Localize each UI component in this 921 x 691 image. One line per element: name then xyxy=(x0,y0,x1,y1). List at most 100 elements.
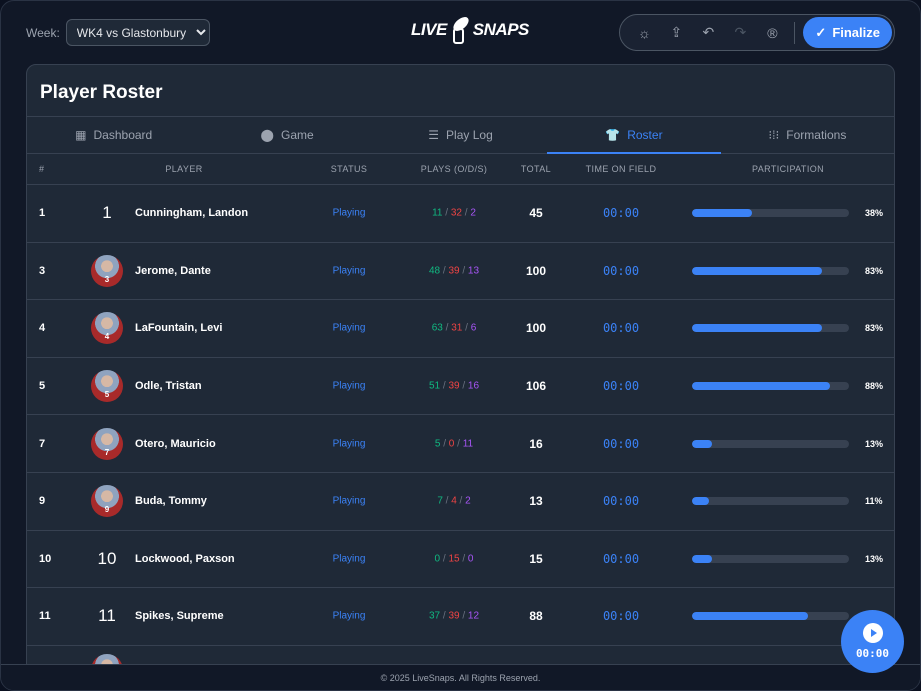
status-badge: Playing xyxy=(332,438,366,450)
status-badge: Playing xyxy=(332,380,366,392)
timer-text: 00:00 xyxy=(855,647,890,660)
player-name[interactable]: Cunningham, Landon xyxy=(135,207,248,219)
redo-icon[interactable]: ↷ xyxy=(726,19,754,47)
player-avatar: 4 xyxy=(91,312,123,345)
toolbar-divider xyxy=(794,21,796,44)
col-number: # xyxy=(39,164,45,174)
player-avatar: 5 xyxy=(91,370,123,403)
total-plays: 15 xyxy=(529,551,543,566)
participation-percent: 13% xyxy=(865,553,884,564)
helmet-icon: ⬤ xyxy=(260,128,274,142)
total-plays: 45 xyxy=(529,206,543,221)
status-badge: Playing xyxy=(332,553,366,565)
table-row[interactable]: 10 10 Lockwood, Paxson Playing 0 / 15 / 0 … xyxy=(27,531,894,589)
table-row[interactable]: 11 11 Spikes, Supreme Playing 37 / 39 / 12… xyxy=(27,588,894,646)
participation-bar xyxy=(692,209,849,218)
jersey-icon: 👕 xyxy=(605,128,621,142)
participation-fill xyxy=(692,382,831,391)
col-time: TIME ON FIELD xyxy=(585,164,657,174)
table-row[interactable]: 7 7 Otero, Mauricio Playing 5 / 0 / 11 16 … xyxy=(27,415,894,473)
participation-percent: 83% xyxy=(865,265,884,276)
status-badge: Playing xyxy=(332,265,366,277)
total-plays: 13 xyxy=(529,494,543,509)
week-select[interactable]: WK4 vs Glastonbury xyxy=(65,19,210,46)
football-phone-icon xyxy=(449,15,471,45)
participation-bar xyxy=(692,324,849,333)
undo-icon[interactable]: ↶ xyxy=(694,19,722,47)
participation-fill xyxy=(692,497,710,506)
roster-rows: 1 1 Cunningham, Landon Playing 11 / 32 / 2… xyxy=(27,185,894,689)
plays-breakdown: 0 / 15 / 0 xyxy=(434,553,474,565)
page-title: Player Roster xyxy=(40,82,163,103)
tab-play-log[interactable]: ☰ Play Log xyxy=(374,117,547,153)
time-on-field: 00:00 xyxy=(602,379,640,394)
player-name[interactable]: Otero, Mauricio xyxy=(135,438,216,450)
total-plays: 88 xyxy=(529,609,543,624)
jersey-number: 10 xyxy=(39,552,52,565)
time-on-field: 00:00 xyxy=(602,551,640,566)
finalize-button[interactable]: ✓ Finalize xyxy=(803,17,892,48)
plays-breakdown: 7 / 4 / 2 xyxy=(437,495,471,507)
check-circle-icon: ✓ xyxy=(815,24,827,40)
tab-game[interactable]: ⬤ Game xyxy=(200,117,373,153)
time-on-field: 00:00 xyxy=(602,263,640,278)
time-on-field: 00:00 xyxy=(602,609,640,624)
jersey-number: 9 xyxy=(39,495,46,508)
total-plays: 100 xyxy=(525,321,547,336)
tab-dashboard[interactable]: ▦ Dashboard xyxy=(27,117,200,153)
table-row[interactable]: 4 4 LaFountain, Levi Playing 63 / 31 / 6 1… xyxy=(27,300,894,358)
theme-toggle-sun-icon[interactable]: ☼ xyxy=(630,19,658,47)
livesnaps-logo: LIVE SNAPS xyxy=(411,15,529,45)
player-number-badge: 10 xyxy=(97,548,117,568)
tab-bar: ▦ Dashboard ⬤ Game ☰ Play Log 👕 Roster ⁝⁞⁝ Fo… xyxy=(27,116,894,154)
total-plays: 16 xyxy=(529,436,543,451)
registered-icon[interactable]: ® xyxy=(758,19,786,47)
participation-bar xyxy=(692,554,849,563)
top-bar: Week: WK4 vs Glastonbury LIVE SNAPS ☼ ⇪ … xyxy=(1,1,920,65)
plays-breakdown: 5 / 0 / 11 xyxy=(434,438,474,450)
participation-percent: 13% xyxy=(865,438,884,449)
player-number-badge: 1 xyxy=(102,203,112,223)
participation-bar xyxy=(692,439,849,448)
table-row[interactable]: 5 5 Odle, Tristan Playing 51 / 39 / 16 106… xyxy=(27,358,894,416)
participation-bar xyxy=(692,497,849,506)
tab-formations[interactable]: ⁝⁞⁝ Formations xyxy=(721,117,894,153)
player-name[interactable]: LaFountain, Levi xyxy=(135,322,222,334)
participation-percent: 38% xyxy=(865,208,884,219)
status-badge: Playing xyxy=(332,322,366,334)
col-status: STATUS xyxy=(330,164,368,174)
participation-fill xyxy=(692,612,809,621)
status-badge: Playing xyxy=(332,610,366,622)
time-on-field: 00:00 xyxy=(602,494,640,509)
player-name[interactable]: Spikes, Supreme xyxy=(135,610,224,622)
time-on-field: 00:00 xyxy=(602,206,640,221)
participation-percent: 11% xyxy=(865,496,883,507)
play-icon xyxy=(862,623,883,643)
table-row[interactable]: 9 9 Buda, Tommy Playing 7 / 4 / 2 13 00:00… xyxy=(27,473,894,531)
participation-percent: 83% xyxy=(865,323,884,334)
table-row[interactable]: 1 1 Cunningham, Landon Playing 11 / 32 / 2… xyxy=(27,185,894,243)
player-name[interactable]: Odle, Tristan xyxy=(135,380,202,392)
formation-icon: ⁝⁞⁝ xyxy=(768,128,780,142)
status-badge: Playing xyxy=(332,207,366,219)
player-number-badge: 11 xyxy=(98,606,116,626)
participation-fill xyxy=(692,554,713,563)
player-name[interactable]: Buda, Tommy xyxy=(135,495,207,507)
participation-fill xyxy=(692,266,823,275)
game-timer-button[interactable]: 00:00 xyxy=(841,610,904,673)
time-on-field: 00:00 xyxy=(602,436,640,451)
col-plays: PLAYS (O/D/S) xyxy=(420,164,488,174)
status-badge: Playing xyxy=(332,495,366,507)
table-row[interactable]: 3 3 Jerome, Dante Playing 48 / 39 / 13 100… xyxy=(27,243,894,301)
player-name[interactable]: Lockwood, Paxson xyxy=(135,553,235,565)
dashboard-icon: ▦ xyxy=(75,128,87,142)
jersey-number: 1 xyxy=(39,207,46,220)
upload-share-icon[interactable]: ⇪ xyxy=(662,19,690,47)
total-plays: 106 xyxy=(525,379,547,394)
participation-bar xyxy=(692,266,849,275)
time-on-field: 00:00 xyxy=(602,321,640,336)
tab-roster[interactable]: 👕 Roster xyxy=(547,117,722,154)
player-name[interactable]: Jerome, Dante xyxy=(135,265,211,277)
plays-breakdown: 51 / 39 / 16 xyxy=(428,380,480,392)
week-label: Week: xyxy=(26,25,60,40)
